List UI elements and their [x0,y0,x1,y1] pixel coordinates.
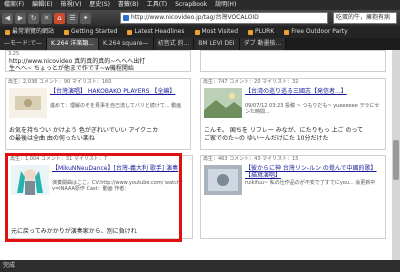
bookmark-icon [64,29,70,35]
card-meta: 再生：463 コメント：43 マイリスト：15 [203,156,299,162]
video-description: ruikifuu~ 私の仕作品のが不安で了すでにyou... 会更新中 [245,180,376,186]
card-text: お気を持ちつい かけよう 色がぎれいでいい アイクニカ [9,127,159,134]
forward-icon[interactable]: ▶ [15,12,26,24]
bookmark-icon [284,29,290,35]
video-description: 09/07/12 03:23 投稿 ~ つもりだも~ yueeeeee ヲラにセ… [245,103,380,115]
tab[interactable]: 初音式 的... [153,38,195,50]
menu-bookmarks[interactable]: 書籤(B) [114,0,143,10]
video-title-link[interactable]: 【台湾の巡り巡る三國志【発信者...】 [245,88,383,95]
bookmark-item[interactable]: Free Outdoor Party [279,26,352,38]
bookmark-item[interactable]: Getting Started [59,26,122,38]
browser-window: 檔案(F) 編輯(E) 檢視(V) 歷史(S) 書籤(B) 工具(T) Scra… [0,0,400,272]
site-favicon-icon [123,15,129,21]
video-thumbnail[interactable] [9,88,47,118]
tab[interactable]: ダブ 動畫檢... [239,38,287,50]
video-card [200,50,386,72]
tools-icon[interactable]: ☰ [67,12,78,24]
card-text: 生へへ~ ちょっとが他まで作です~w機程開始 [9,65,134,72]
card-text: http://www.nicovideo 真的真的真的~へへへ出打 [9,58,146,65]
bookmark-icon [248,29,254,35]
bookmark-item[interactable]: Most Visited [190,26,244,38]
video-thumbnail[interactable] [204,88,242,118]
bookmark-item[interactable]: PLURK [243,26,279,38]
status-bar: 完成 [0,260,400,272]
menu-edit[interactable]: 編輯(E) [28,0,56,10]
card-meta: 再生：2,038 コメント：90 マイリスト：160 [8,79,112,85]
tab-strip: —モード:で— K.264 洋楽類... K.264 square— 初音式 的… [0,38,400,50]
search-value: 吃蛋的牛，擁抱有病 [336,14,391,21]
menu-scrapbook[interactable]: ScrapBook [171,0,211,10]
selection-highlight [5,153,182,242]
bookmark-item[interactable]: Latest Headlines [122,26,189,38]
menu-tools[interactable]: 工具(T) [143,0,171,10]
thumbnail-image-icon [204,165,242,195]
video-title-link[interactable]: 【彼からに神 台灣リン-ルン の覺んで中國的歌】【描寫演唱】 [245,165,383,179]
video-card: 再生：463 コメント：43 マイリスト：15 【彼からに神 台灣リン-ルン の… [200,155,386,239]
card-text: ご家でのた~の ゆいーんだけにた 10分だけた [204,135,329,142]
navigation-toolbar: ◀ ▶ ↻ ✕ ⌂ ☰ ✦ http://www.nicovideo.jp/ta… [0,10,400,26]
video-card: 3.25 http://www.nicovideo 真的真的真的~へへへ出打 生… [5,50,191,72]
bookmarks-toolbar: 最常瀏覽的網站 Getting Started Latest Headlines… [0,26,400,38]
address-bar[interactable]: http://www.nicovideo.jp/tag/台灣VOCALOID [120,12,328,24]
menu-history[interactable]: 歷史(S) [85,0,114,10]
stop-icon[interactable]: ✕ [41,12,52,24]
tab[interactable]: —モード:で— [0,38,48,50]
menu-bar: 檔案(F) 編輯(E) 檢視(V) 歷史(S) 書籤(B) 工具(T) Scra… [0,0,400,10]
menu-view[interactable]: 檢視(V) [57,0,86,10]
tab-active[interactable]: K.264 洋楽類... [47,38,99,50]
video-description: 進めて：理解のそを見事を自己流してバリと続けて... 動画 [50,103,182,109]
video-card: 再生：2,038 コメント：90 マイリスト：160 【台灣演唱】 HAKOBA… [5,78,191,150]
video-thumbnail[interactable] [204,165,242,195]
reload-icon[interactable]: ↻ [28,12,39,24]
bookmark-icon [194,29,200,35]
bookmark-icon [127,29,133,35]
card-meta: 3.25 [8,51,20,57]
status-text: 完成 [3,262,16,269]
search-input[interactable]: 吃蛋的牛，擁抱有病 [333,12,397,24]
thumbnail-image-icon [9,88,47,118]
tab[interactable]: BM LEVI DEI [194,38,240,50]
home-icon[interactable]: ⌂ [54,12,65,24]
bookmark-icon [5,29,10,35]
menu-file[interactable]: 檔案(F) [0,0,28,10]
thumbnail-image-icon [204,88,242,118]
bookmark-item[interactable]: 最常瀏覽的網站 [0,26,59,38]
card-text: の最後は全曲 由の何ったい楽ね [9,135,95,142]
card-meta: 再生：747 コメント：20 マイリスト：32 [203,79,299,85]
menu-help[interactable]: 說明(H) [211,0,240,10]
scrollbar-thumb[interactable] [393,140,399,180]
video-card: 再生：747 コメント：20 マイリスト：32 【台湾の巡り巡る三國志【発信者.… [200,78,386,150]
addon-icon[interactable]: ✦ [80,12,91,24]
url-text: http://www.nicovideo.jp/tag/台灣VOCALOID [131,14,259,21]
card-text: こんそ。 国ちを リフレー みなが、にたりもっ 上ご のって [204,127,364,134]
tab[interactable]: K.264 square— [98,38,154,50]
video-title-link[interactable]: 【台灣演唱】 HAKOBAKO PLAYERS 【全編】 [50,88,188,95]
back-icon[interactable]: ◀ [2,12,13,24]
